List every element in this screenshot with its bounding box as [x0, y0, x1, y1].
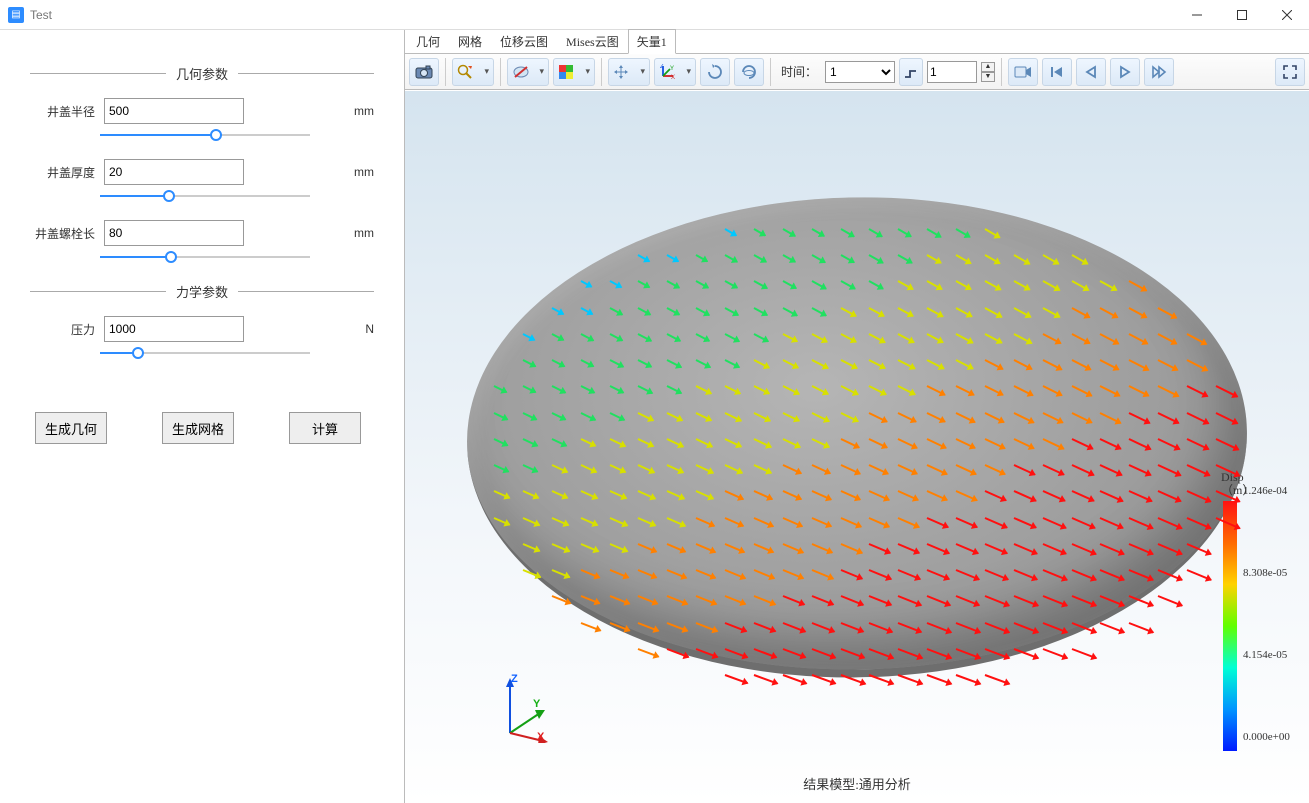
viewport-3d[interactable]: Z Y X Disp（m） 1.246e-04 8.308e-05 4.154e… [405, 90, 1309, 803]
color-legend: Disp（m） 1.246e-04 8.308e-05 4.154e-05 0.… [1221, 471, 1291, 751]
thickness-input[interactable] [104, 159, 244, 185]
viewport-footer: 结果模型:通用分析 [405, 774, 1309, 793]
vector-arrow [956, 674, 981, 685]
thickness-slider[interactable] [100, 189, 310, 203]
legend-tick: 0.000e+00 [1243, 731, 1290, 743]
titlebar: ▤ Test [0, 0, 1309, 30]
vector-arrow [898, 674, 923, 685]
tab-4[interactable]: 矢量1 [628, 29, 676, 54]
vector-arrow [1129, 622, 1154, 633]
axes-icon[interactable]: Z XY [654, 58, 696, 86]
play-icon[interactable] [1110, 58, 1140, 86]
viewport-toolbar: Z XY 时间： 1 ▲▼ [405, 54, 1309, 90]
result-tabs: 几何网格位移云图Mises云图矢量1 [405, 30, 1309, 54]
time-label: 时间： [777, 63, 821, 80]
generate-geometry-button[interactable]: 生成几何 [35, 412, 107, 444]
section-mechanics-title: 力学参数 [30, 282, 374, 301]
parameters-panel: 几何参数 井盖半径 mm 井盖厚度 mm 井盖螺栓长 [0, 30, 405, 803]
time-select[interactable]: 1 [825, 61, 895, 83]
legend-tick: 8.308e-05 [1243, 567, 1290, 579]
svg-text:X: X [671, 75, 675, 80]
bolt-slider[interactable] [100, 250, 310, 264]
camera-icon[interactable] [409, 58, 439, 86]
tab-3[interactable]: Mises云图 [557, 29, 628, 54]
thickness-label: 井盖厚度 [30, 164, 100, 181]
record-icon[interactable] [1008, 58, 1038, 86]
svg-text:Y: Y [670, 66, 674, 72]
radius-input[interactable] [104, 98, 244, 124]
cube-color-icon[interactable] [553, 58, 595, 86]
pressure-unit: N [344, 322, 374, 336]
bolt-unit: mm [344, 226, 374, 240]
minimize-button[interactable] [1174, 0, 1219, 30]
move-icon[interactable] [608, 58, 650, 86]
window-title: Test [30, 8, 52, 22]
step-input[interactable] [927, 61, 977, 83]
vector-arrow [1071, 648, 1096, 659]
generate-mesh-button[interactable]: 生成网格 [162, 412, 234, 444]
app-icon: ▤ [8, 7, 24, 23]
section-geometry-title: 几何参数 [30, 64, 374, 83]
radius-unit: mm [344, 104, 374, 118]
visibility-icon[interactable] [507, 58, 549, 86]
vector-arrow [580, 622, 600, 631]
svg-text:Z: Z [660, 64, 664, 70]
bolt-label: 井盖螺栓长 [30, 225, 100, 242]
vector-arrow [782, 674, 806, 684]
pressure-slider[interactable] [100, 346, 310, 360]
pressure-label: 压力 [30, 321, 100, 338]
axis-triad: Z Y X [495, 673, 555, 743]
fullscreen-icon[interactable] [1275, 58, 1305, 86]
axis-x-label: X [537, 731, 544, 743]
vector-arrow [638, 648, 660, 658]
orbit-ccw-icon[interactable] [734, 58, 764, 86]
zoom-icon[interactable] [452, 58, 494, 86]
vector-arrow [754, 674, 778, 684]
tab-1[interactable]: 网格 [449, 29, 491, 54]
vector-arrow [927, 674, 952, 685]
vector-arrow [1100, 622, 1125, 633]
radius-label: 井盖半径 [30, 103, 100, 120]
pressure-input[interactable] [104, 316, 244, 342]
thickness-unit: mm [344, 165, 374, 179]
close-button[interactable] [1264, 0, 1309, 30]
orbit-cw-icon[interactable] [700, 58, 730, 86]
tab-0[interactable]: 几何 [407, 29, 449, 54]
legend-tick: 4.154e-05 [1243, 649, 1290, 661]
vector-arrow [1158, 596, 1183, 607]
axis-z-label: Z [511, 673, 518, 685]
vector-arrow [1187, 569, 1212, 581]
bolt-input[interactable] [104, 220, 244, 246]
legend-tick: 1.246e-04 [1243, 485, 1290, 497]
first-frame-icon[interactable] [1042, 58, 1072, 86]
vector-arrow [985, 674, 1010, 685]
maximize-button[interactable] [1219, 0, 1264, 30]
tab-2[interactable]: 位移云图 [491, 29, 557, 54]
next-frame-icon[interactable] [1144, 58, 1174, 86]
step-toggle-icon[interactable] [899, 58, 923, 86]
prev-frame-icon[interactable] [1076, 58, 1106, 86]
calculate-button[interactable]: 计算 [289, 412, 361, 444]
step-spinner[interactable]: ▲▼ [981, 62, 995, 82]
vector-arrow [1042, 648, 1067, 659]
axis-y-label: Y [533, 698, 540, 710]
radius-slider[interactable] [100, 128, 310, 142]
vector-arrow [725, 674, 748, 684]
